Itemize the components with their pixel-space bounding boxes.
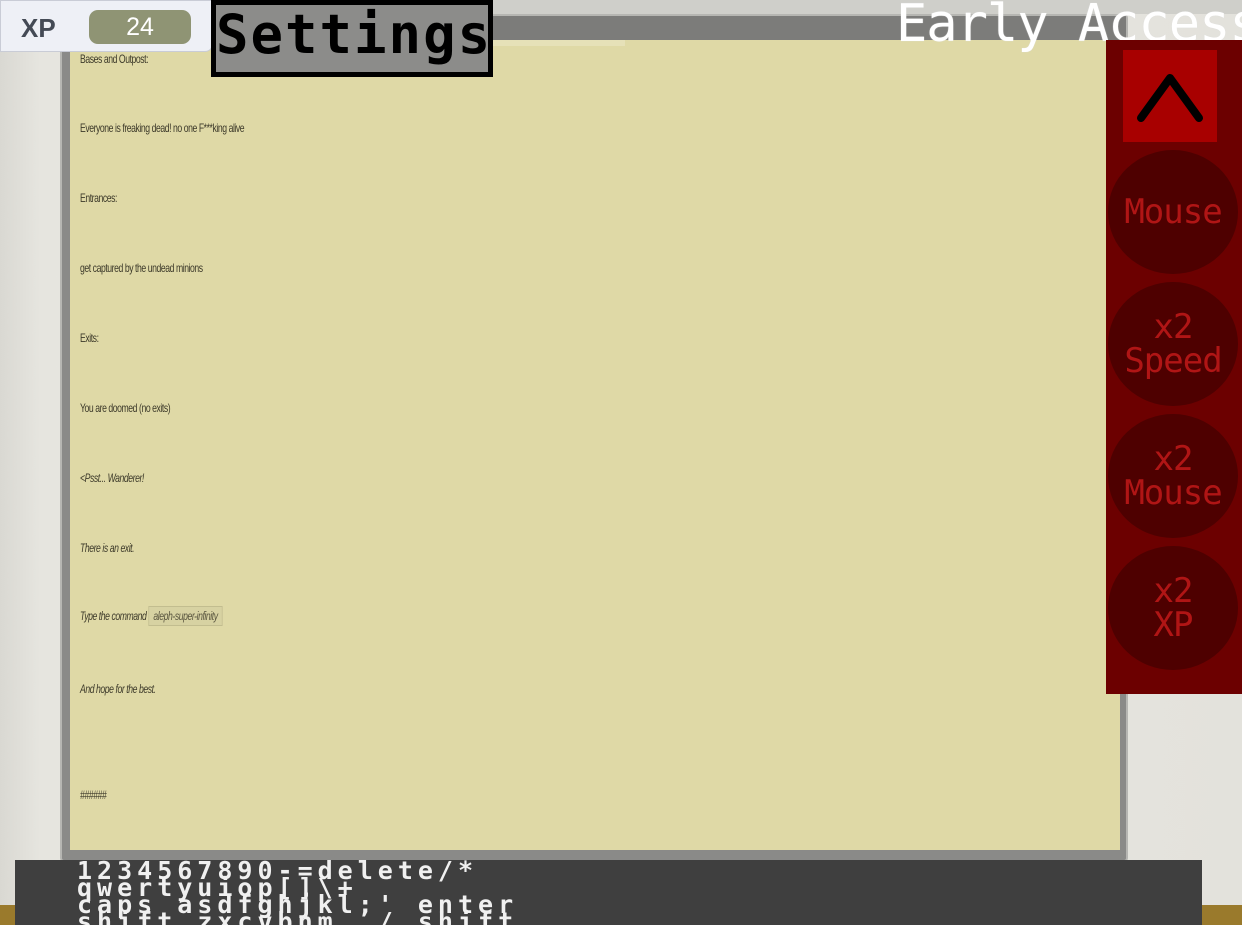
mouse-button-label: Mouse	[1124, 192, 1222, 232]
x2-mouse-button[interactable]: x2 Mouse	[1108, 414, 1238, 538]
on-screen-keyboard[interactable]: 1234567890-=delete/* qwertyuiop[]\+ caps…	[15, 860, 1202, 925]
settings-button[interactable]: Settings	[211, 0, 493, 77]
x2-mouse-line2: Mouse	[1124, 473, 1222, 513]
floor-edge-left	[0, 905, 16, 925]
doc-line-psst: <Psst... Wanderer!	[80, 471, 144, 485]
x2-speed-line2: Speed	[1124, 341, 1222, 381]
x2-xp-line2: XP	[1153, 605, 1194, 645]
xp-counter: XP 24	[0, 0, 213, 52]
collapse-panel-button[interactable]	[1123, 50, 1217, 142]
keyboard-row-zxcv[interactable]: shift zxcvbnm,./ shift	[77, 909, 518, 925]
mouse-button[interactable]: Mouse	[1108, 150, 1238, 274]
doc-line-type-command: Type the command aleph-super-infinity	[80, 606, 223, 626]
x2-speed-button[interactable]: x2 Speed	[1108, 282, 1238, 406]
caret-up-icon	[1137, 74, 1203, 122]
x2-speed-line1: x2	[1153, 307, 1194, 347]
doc-line-type-command-text: Type the command	[80, 609, 147, 623]
doc-line-bases: Bases and Outpost:	[80, 52, 149, 66]
doc-line-exits: Exits:	[80, 331, 99, 345]
doc-line-entrances: Entrances:	[80, 191, 117, 205]
floor-edge-right	[1202, 905, 1242, 925]
doc-line-captured: get captured by the undead minions	[80, 261, 203, 275]
side-panel: Mouse x2 Speed x2 Mouse x2 XP	[1106, 40, 1242, 694]
xp-label: XP	[21, 13, 56, 43]
settings-label: Settings	[216, 5, 490, 72]
doc-line-hashes: ######	[80, 788, 107, 802]
doc-line-doomed: You are doomed (no exits)	[80, 401, 171, 415]
x2-xp-button[interactable]: x2 XP	[1108, 546, 1238, 670]
x2-xp-line1: x2	[1153, 571, 1194, 611]
doc-line-everyone-dead: Everyone is freaking dead! no one F***ki…	[80, 121, 245, 135]
document-screen[interactable]: Bases and Outpost: Everyone is freaking …	[70, 40, 1120, 850]
command-code: aleph-super-infinity	[148, 606, 223, 626]
doc-line-hope: And hope for the best.	[80, 682, 156, 696]
computer-monitor: Bases and Outpost: Everyone is freaking …	[62, 16, 1126, 860]
doc-line-there-is-exit: There is an exit.	[80, 541, 135, 555]
xp-value: 24	[89, 10, 191, 44]
x2-mouse-line1: x2	[1153, 439, 1194, 479]
